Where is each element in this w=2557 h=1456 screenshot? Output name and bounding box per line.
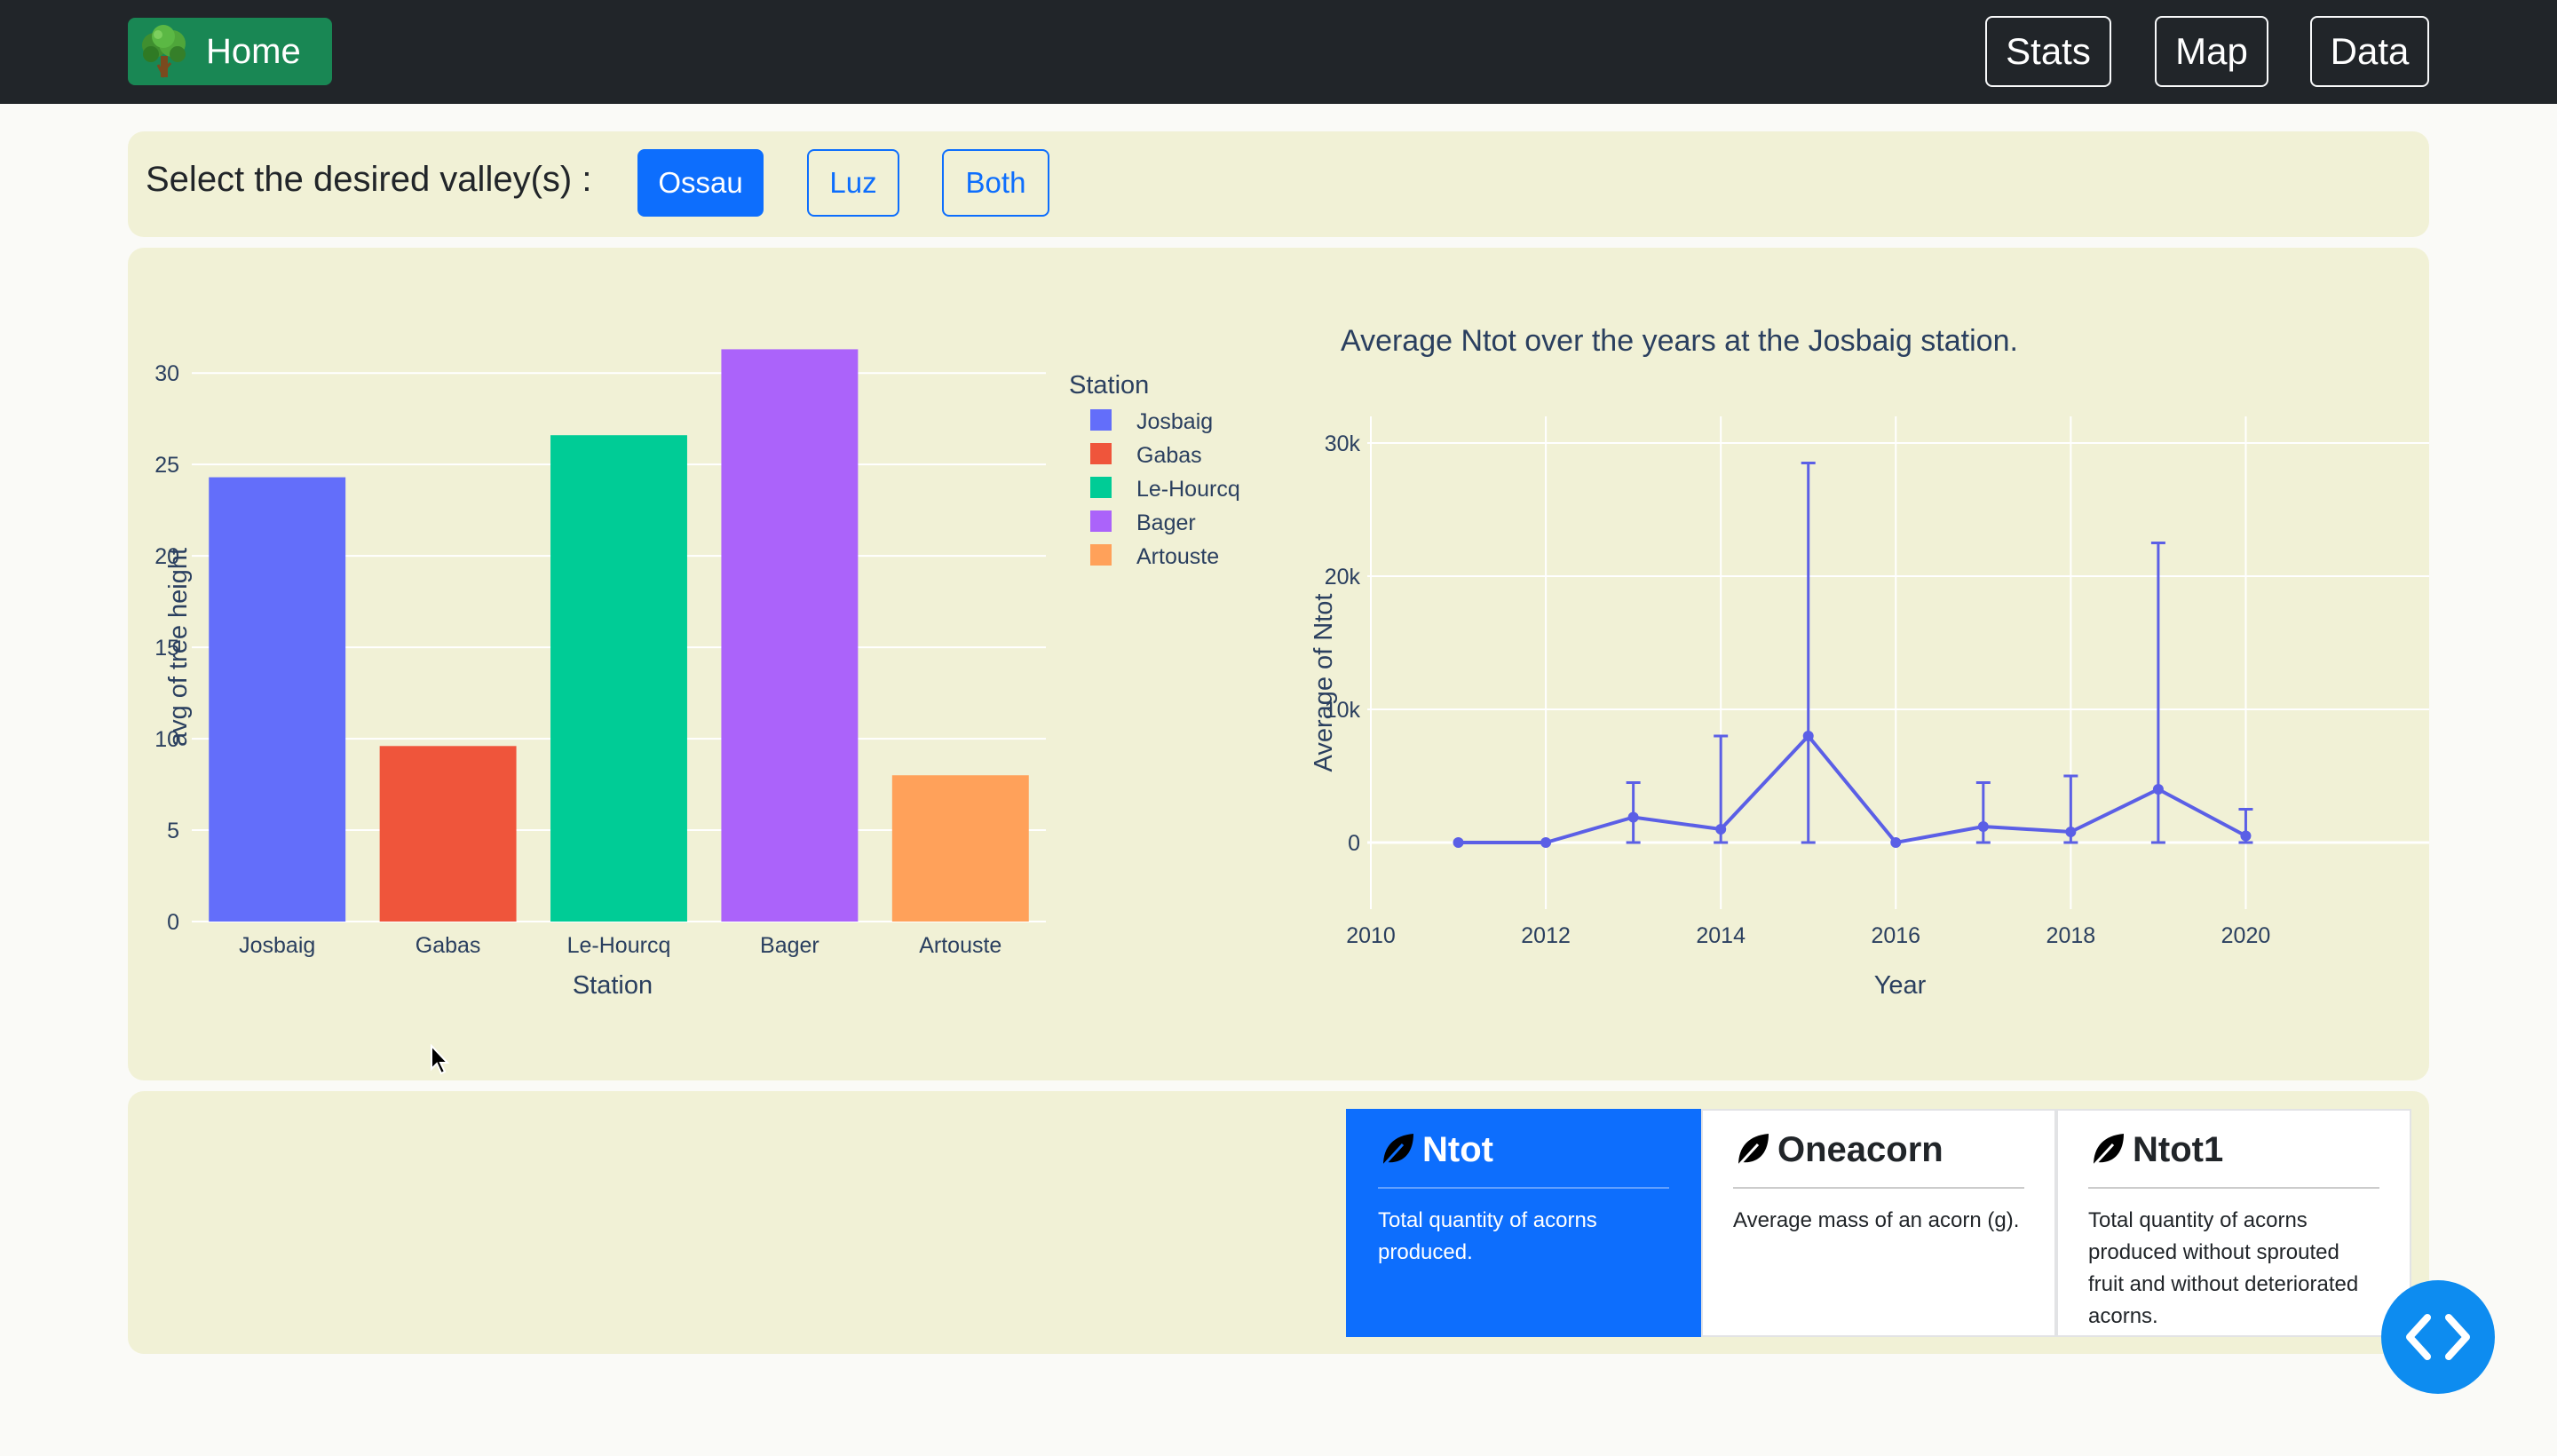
bar-x-tick-label: Le-Hourcq — [567, 933, 671, 958]
line-x-tick-label: 2018 — [2046, 923, 2096, 948]
valley-selector-panel: Select the desired valley(s) : Ossau Luz… — [128, 131, 2429, 237]
card-description: Total quantity of acorns produced. — [1378, 1208, 1597, 1264]
line-x-tick-label: 2012 — [1521, 923, 1571, 948]
data-point[interactable] — [1802, 731, 1814, 741]
legend-swatch[interactable] — [1090, 544, 1112, 566]
card-description: Average mass of an acorn (g). — [1733, 1208, 2020, 1232]
leaf-icon — [1737, 1134, 1769, 1167]
bar-y-axis-label: avg of tree height — [164, 548, 193, 747]
bar-bager[interactable] — [721, 349, 859, 922]
bar-gabas[interactable] — [379, 746, 517, 922]
card-title: Oneacorn — [1777, 1129, 1943, 1169]
card-divider — [1733, 1187, 2024, 1189]
valley-luz-button[interactable]: Luz — [807, 149, 899, 217]
legend-swatch[interactable] — [1090, 443, 1112, 464]
line-y-tick-label: 20k — [1325, 565, 1361, 590]
data-point[interactable] — [1890, 837, 1902, 848]
home-button[interactable]: Home — [128, 18, 332, 85]
code-icon — [2406, 1314, 2470, 1360]
bar-chart: 051015202530 Josbaig Gabas Le-Hourcq Bager A… — [154, 349, 1240, 1000]
line-chart-title: Average Ntot over the years at the Josba… — [1341, 324, 2018, 358]
line-x-tick-label: 2020 — [2221, 923, 2271, 948]
bar-y-tick-label: 25 — [154, 453, 179, 478]
navbar: Home Stats Map Data — [0, 0, 2557, 104]
legend-swatch[interactable] — [1090, 477, 1112, 498]
line-y-axis-label: Average of Ntot — [1310, 594, 1338, 772]
bar-josbaig[interactable] — [209, 477, 346, 922]
data-point[interactable] — [1977, 821, 1989, 832]
legend-item-label[interactable]: Gabas — [1136, 443, 1202, 468]
data-point[interactable] — [1627, 811, 1639, 823]
line-y-tick-label: 0 — [1348, 831, 1360, 856]
data-point[interactable] — [1540, 837, 1552, 848]
card-title: Ntot1 — [2133, 1129, 2224, 1169]
legend-item-label[interactable]: Le-Hourcq — [1136, 477, 1240, 502]
bar-y-tick-label: 5 — [167, 819, 179, 843]
card-title: Ntot — [1422, 1129, 1493, 1169]
mouse-cursor-icon — [431, 1044, 450, 1075]
line-chart: Average Ntot over the years at the Josba… — [1310, 324, 2429, 1000]
home-label: Home — [206, 31, 301, 71]
line-x-axis-label: Year — [1874, 971, 1927, 1000]
card-description: Total quantity of acorns produced withou… — [2088, 1208, 2359, 1328]
data-point[interactable] — [2240, 830, 2252, 842]
legend-title: Station — [1069, 371, 1149, 400]
valley-both-button[interactable]: Both — [942, 149, 1049, 217]
code-toggle-button[interactable] — [2381, 1280, 2495, 1394]
line-x-tick-label: 2014 — [1696, 923, 1746, 948]
data-point[interactable] — [2152, 784, 2164, 795]
line-x-tick-label: 2016 — [1871, 923, 1920, 948]
bar-x-tick-label: Bager — [760, 933, 819, 958]
series-line — [1458, 732, 2247, 845]
bar-legend: Station Josbaig Gabas Le-Hourcq Bager Artous… — [1069, 371, 1240, 569]
card-divider — [2088, 1187, 2379, 1189]
nav-map-button[interactable]: Map — [2155, 16, 2268, 87]
bar-y-tick-label: 30 — [154, 361, 179, 386]
legend-item-label[interactable]: Bager — [1136, 510, 1196, 535]
valley-selector-label: Select the desired valley(s) : — [146, 160, 592, 199]
data-point[interactable] — [2065, 827, 2077, 837]
bar-x-tick-label: Artouste — [919, 933, 1001, 958]
charts-panel: 0 5 10 15 20 25 30 Josbaig Gabas Le-Hourcq Bager A… — [128, 248, 2429, 1080]
bar-x-tick-label: Gabas — [416, 933, 481, 958]
tree-icon — [142, 25, 186, 78]
bar-artouste[interactable] — [891, 775, 1029, 922]
nav-stats-button[interactable]: Stats — [1985, 16, 2111, 87]
card-oneacorn[interactable]: Oneacorn Average mass of an acorn (g). — [1701, 1109, 2056, 1337]
bar-x-axis-label: Station — [573, 971, 653, 1000]
leaf-icon — [2092, 1134, 2124, 1167]
legend-item-label[interactable]: Josbaig — [1136, 409, 1213, 434]
leaf-icon — [1381, 1134, 1413, 1167]
bar-y-tick-label: 0 — [167, 910, 179, 935]
data-point[interactable] — [1453, 837, 1464, 848]
data-point[interactable] — [1715, 824, 1727, 835]
nav-data-button[interactable]: Data — [2310, 16, 2429, 87]
bar-le-hourcq[interactable] — [550, 435, 687, 922]
line-x-tick-label: 2010 — [1346, 923, 1396, 948]
legend-swatch[interactable] — [1090, 409, 1112, 431]
line-y-tick-label: 30k — [1325, 431, 1361, 456]
card-ntot[interactable]: Ntot Total quantity of acorns produced. — [1346, 1109, 1701, 1337]
legend-swatch[interactable] — [1090, 510, 1112, 532]
valley-ossau-button[interactable]: Ossau — [637, 149, 764, 217]
card-divider — [1378, 1187, 1669, 1189]
bar-x-tick-label: Josbaig — [239, 933, 315, 958]
legend-item-label[interactable]: Artouste — [1136, 544, 1219, 569]
card-ntot1[interactable]: Ntot1 Total quantity of acorns produced … — [2056, 1109, 2411, 1337]
